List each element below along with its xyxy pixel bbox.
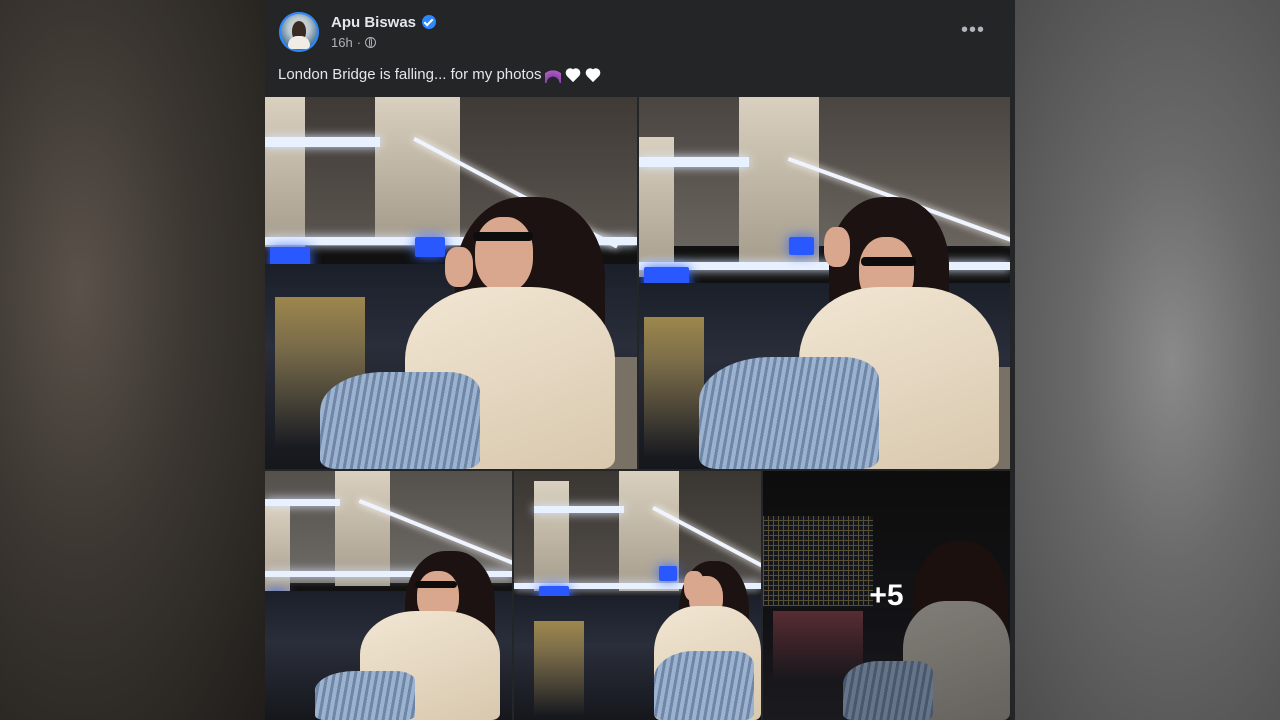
water-reflection [644, 317, 704, 457]
woman-pants [315, 671, 415, 720]
bridge-walkway [265, 137, 380, 147]
author-row: Apu Biswas [331, 12, 437, 32]
bridge-tower [375, 97, 460, 237]
more-photos-count: +5 [869, 578, 904, 612]
gallery-photo-1[interactable] [265, 97, 637, 469]
woman-hand [445, 247, 473, 287]
bridge-tower [534, 481, 569, 591]
caption-text: London Bridge is falling... for my photo… [278, 66, 542, 83]
bridge-tower [265, 97, 305, 247]
bridge-deck [639, 262, 1010, 270]
bridge-tower [265, 506, 290, 596]
gallery-photo-5[interactable]: +5 [763, 471, 1010, 720]
more-options-icon[interactable]: ••• [955, 20, 991, 44]
gallery-photo-3[interactable] [265, 471, 512, 720]
sunglasses [473, 232, 533, 241]
woman-face [475, 217, 533, 292]
gallery-photo-4[interactable] [514, 471, 761, 720]
water-reflection [534, 621, 584, 716]
facebook-post: Apu Biswas 16h · ••• London Bridge is fa… [265, 0, 1015, 720]
bridge-walkway [639, 157, 749, 167]
bridge-tower [335, 471, 390, 586]
woman-pants [699, 357, 879, 469]
woman-hand [824, 227, 850, 267]
bridge-walkway [265, 499, 340, 506]
woman-pants [320, 372, 480, 469]
white-heart-emoji-icon [585, 67, 601, 83]
woman-hand [684, 571, 704, 601]
gallery-photo-2[interactable] [639, 97, 1010, 469]
umbrella-rain-emoji-icon [545, 67, 562, 83]
verified-badge-icon [422, 15, 437, 29]
blue-light [415, 237, 445, 257]
meta-separator: · [356, 34, 362, 50]
bridge-walkway [534, 506, 624, 513]
post-header: Apu Biswas 16h · ••• [265, 0, 1015, 62]
author-name[interactable]: Apu Biswas [331, 14, 416, 31]
blue-light [659, 566, 677, 581]
globe-icon[interactable] [365, 36, 377, 48]
sunglasses [415, 581, 457, 588]
blue-light [789, 237, 814, 255]
post-caption: London Bridge is falling... for my photo… [278, 65, 601, 85]
post-meta: 16h · [331, 34, 377, 50]
avatar-coat [288, 36, 310, 49]
white-heart-emoji-icon [565, 67, 581, 83]
background-left [0, 0, 265, 720]
woman-pants [654, 651, 754, 720]
sunglasses [861, 257, 916, 266]
background-right [1010, 0, 1280, 720]
more-photos-overlay[interactable]: +5 [763, 471, 1010, 720]
post-timestamp[interactable]: 16h [331, 35, 353, 50]
author-avatar[interactable] [279, 12, 319, 52]
